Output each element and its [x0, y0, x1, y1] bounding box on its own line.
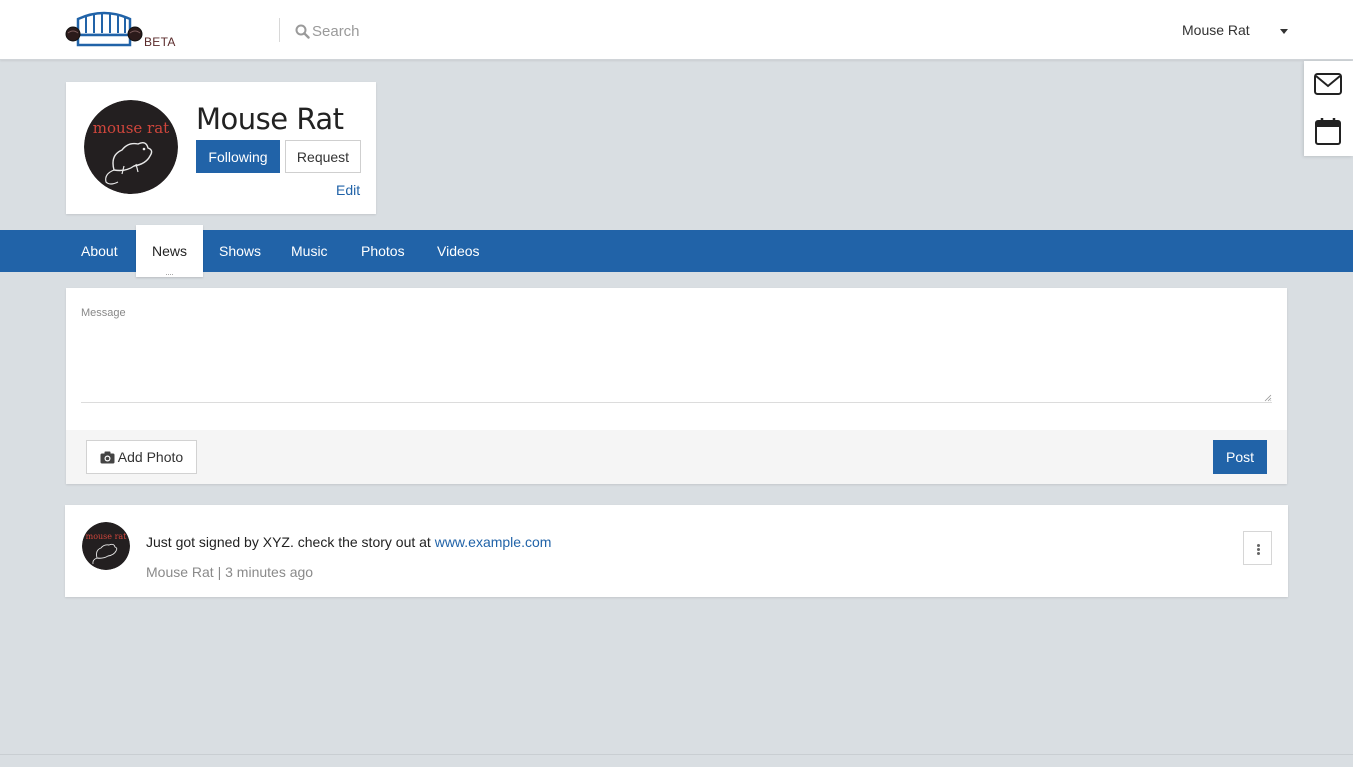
- user-menu-name[interactable]: Mouse Rat: [1182, 22, 1250, 38]
- profile-tabs: About News Shows Music Photos Videos: [0, 225, 1353, 277]
- resize-grip-icon[interactable]: [1264, 394, 1272, 402]
- search-input[interactable]: [312, 20, 612, 42]
- tab-music[interactable]: Music: [275, 230, 344, 272]
- search-divider: [279, 18, 280, 42]
- post-time: 3 minutes ago: [225, 564, 314, 580]
- message-input[interactable]: [81, 326, 1272, 403]
- kebab-dot-icon: [1257, 544, 1260, 547]
- post-meta: Mouse Rat | 3 minutes ago: [146, 564, 313, 580]
- camera-icon: [100, 451, 115, 464]
- post-text: Just got signed by XYZ. check the story …: [146, 534, 551, 550]
- svg-text:mouse rat: mouse rat: [93, 119, 169, 137]
- tab-shows[interactable]: Shows: [203, 230, 277, 272]
- top-navbar: BETA Mouse Rat: [0, 0, 1353, 60]
- post-composer: Message Add Photo Post: [66, 288, 1287, 484]
- add-photo-button[interactable]: Add Photo: [86, 440, 197, 474]
- tab-photos[interactable]: Photos: [345, 230, 421, 272]
- edit-profile-link[interactable]: Edit: [336, 182, 360, 198]
- post-button[interactable]: Post: [1213, 440, 1267, 474]
- side-quick-panel: [1304, 61, 1353, 156]
- tab-about[interactable]: About: [65, 230, 134, 272]
- request-button[interactable]: Request: [285, 140, 361, 173]
- svg-text:mouse rat: mouse rat: [86, 532, 128, 541]
- caret-down-icon[interactable]: [1280, 29, 1288, 34]
- kebab-dot-icon: [1257, 548, 1260, 551]
- following-button[interactable]: Following: [196, 140, 280, 173]
- profile-name: Mouse Rat: [196, 102, 344, 136]
- calendar-icon[interactable]: [1313, 116, 1343, 146]
- envelope-icon[interactable]: [1313, 69, 1343, 99]
- post-author[interactable]: Mouse Rat: [146, 564, 214, 580]
- tab-videos[interactable]: Videos: [421, 230, 496, 272]
- page-bottom-border: [0, 754, 1353, 755]
- tab-news[interactable]: News: [136, 225, 204, 277]
- avatar[interactable]: mouse rat: [84, 100, 178, 194]
- profile-card: mouse rat Mouse Rat Following Request Ed…: [66, 82, 376, 214]
- search-icon: [295, 24, 310, 39]
- post-body: Just got signed by XYZ. check the story …: [146, 534, 435, 550]
- add-photo-label: Add Photo: [117, 449, 184, 465]
- composer-footer: Add Photo Post: [66, 430, 1287, 484]
- news-post: mouse rat Just got signed by XYZ. check …: [65, 505, 1288, 597]
- post-link[interactable]: www.example.com: [435, 534, 552, 550]
- message-label: Message: [81, 307, 126, 319]
- post-author-avatar[interactable]: mouse rat: [82, 522, 130, 570]
- sofa-logo-icon[interactable]: [64, 9, 144, 51]
- meta-separator: |: [213, 564, 226, 580]
- beta-label: BETA: [144, 35, 176, 49]
- post-options-button[interactable]: [1243, 531, 1272, 565]
- kebab-dot-icon: [1257, 552, 1260, 555]
